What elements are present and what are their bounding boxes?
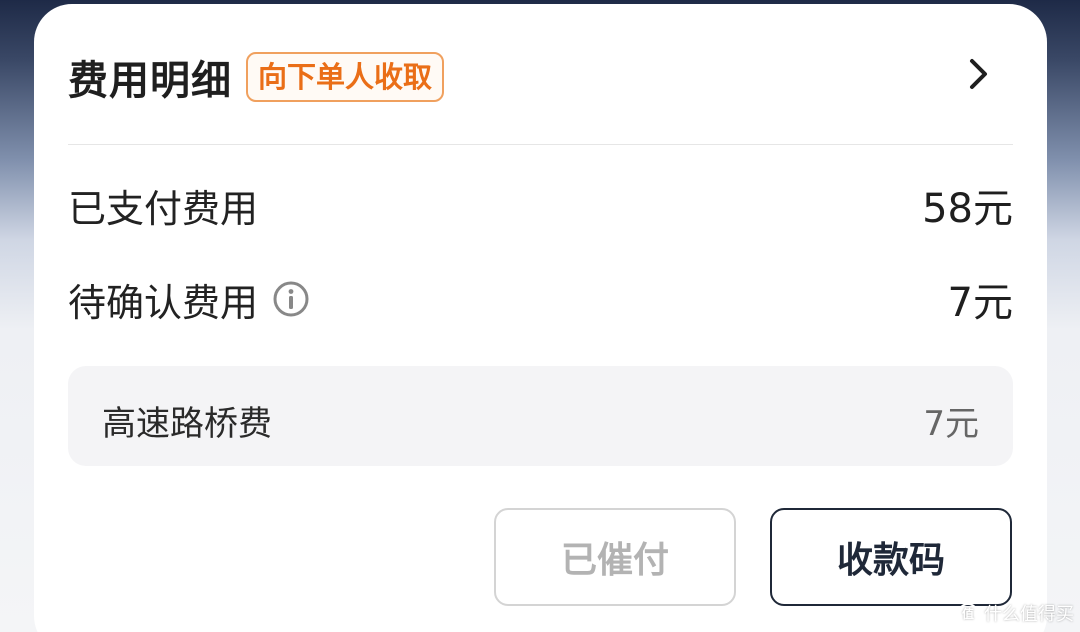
watermark-text: 什么值得买 <box>984 604 1074 625</box>
watermark: 值 什么值得买 <box>958 600 1074 626</box>
pending-fee-label-group: 待确认费用 <box>68 272 310 327</box>
paid-fee-row: 已支付费用 58元 <box>68 176 1013 234</box>
paid-fee-value: 58元 <box>922 186 1013 232</box>
pending-fee-label: 待确认费用 <box>68 280 259 325</box>
fee-detail-header[interactable]: 费用明细 向下单人收取 <box>68 48 445 106</box>
payment-qrcode-button[interactable]: 收款码 <box>770 508 1012 606</box>
fee-detail-title: 费用明细 <box>68 58 232 104</box>
urged-payment-button[interactable]: 已催付 <box>494 508 736 606</box>
charge-orderer-tag: 向下单人收取 <box>246 52 445 102</box>
fee-item-value: 7元 <box>923 404 979 444</box>
fee-item-box: 高速路桥费 7元 <box>68 366 1013 466</box>
header-divider <box>68 144 1013 145</box>
pending-fee-value: 7元 <box>947 280 1013 326</box>
chevron-right-icon[interactable] <box>961 56 997 92</box>
fee-detail-card: 费用明细 向下单人收取 已支付费用 58元 待确认费用 7元 高速路桥费 7元 … <box>34 4 1047 632</box>
paid-fee-label: 已支付费用 <box>68 186 259 231</box>
info-icon[interactable] <box>272 280 310 318</box>
watermark-logo-icon: 值 <box>958 603 978 623</box>
fee-item-label: 高速路桥费 <box>102 404 272 444</box>
pending-fee-row: 待确认费用 7元 <box>68 270 1013 328</box>
